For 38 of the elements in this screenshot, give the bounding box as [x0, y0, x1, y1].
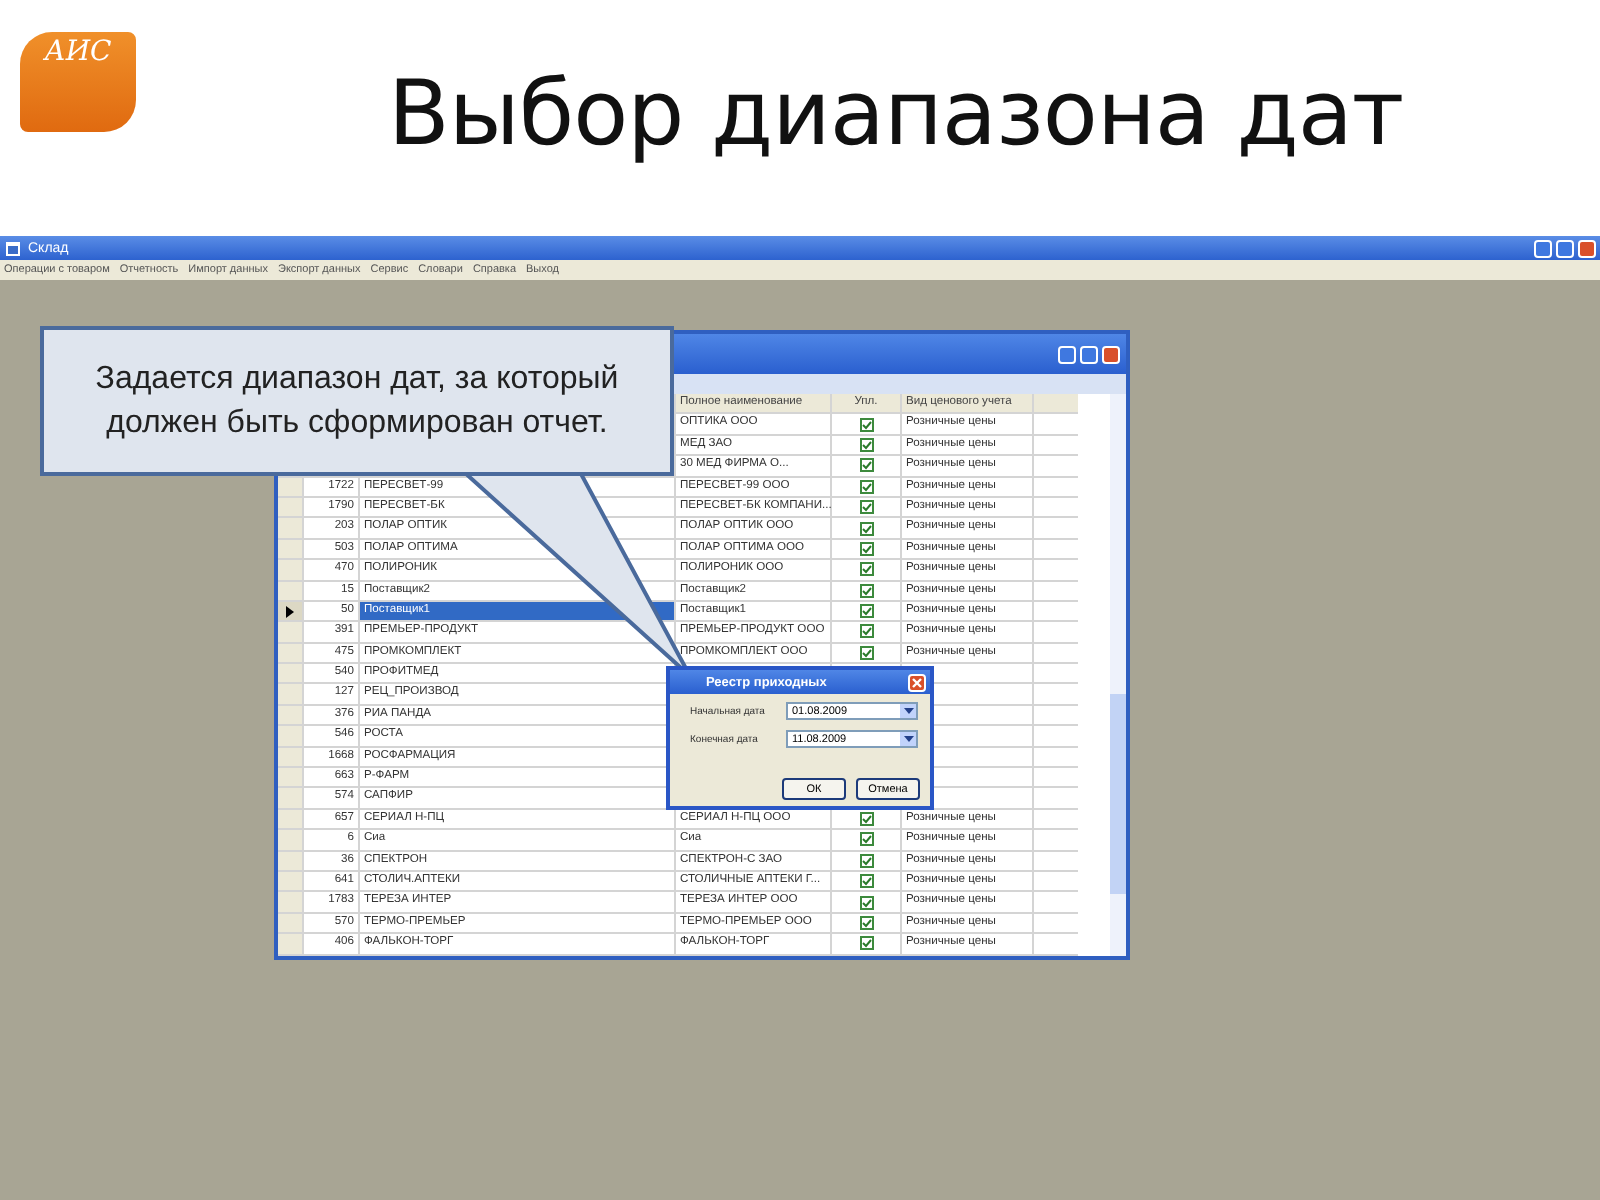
checkbox[interactable] — [859, 521, 873, 536]
close-icon — [912, 677, 922, 687]
checkbox[interactable] — [859, 645, 873, 660]
restore-button[interactable] — [1556, 239, 1574, 257]
checkbox[interactable] — [859, 936, 873, 951]
caret-icon — [903, 708, 913, 714]
checkbox[interactable] — [859, 853, 873, 868]
minimize-button[interactable] — [1058, 345, 1076, 363]
checkbox[interactable] — [859, 604, 873, 619]
close-button[interactable] — [908, 673, 926, 691]
close-button[interactable] — [1102, 345, 1120, 363]
caret-icon — [903, 736, 913, 742]
checkbox[interactable] — [859, 583, 873, 598]
checkbox[interactable] — [859, 479, 873, 494]
dropdown-button[interactable] — [900, 704, 916, 718]
checkbox[interactable] — [859, 458, 873, 473]
checkbox[interactable] — [859, 874, 873, 889]
checkbox[interactable] — [859, 915, 873, 930]
callout-text: Задается диапазон дат, за который должен быть сформирован отчет. — [93, 359, 621, 443]
checkbox[interactable] — [859, 437, 873, 452]
close-button[interactable] — [1578, 239, 1596, 257]
checkbox[interactable] — [859, 417, 873, 432]
checkbox[interactable] — [859, 541, 873, 556]
checkbox[interactable] — [859, 832, 873, 847]
app-icon — [4, 239, 22, 257]
scrollbar[interactable] — [1110, 394, 1126, 956]
checkbox[interactable] — [859, 812, 873, 826]
scrollbar-thumb[interactable] — [1110, 694, 1126, 894]
slide-title: Выбор диапазона дат — [388, 59, 1404, 165]
minimize-button[interactable] — [1534, 239, 1552, 257]
checkbox[interactable] — [859, 624, 873, 639]
checkbox[interactable] — [859, 895, 873, 910]
current-row-icon — [286, 605, 294, 618]
restore-button[interactable] — [1080, 345, 1098, 363]
checkbox[interactable] — [859, 562, 873, 577]
dropdown-button[interactable] — [900, 732, 916, 746]
logo-text: АИС — [44, 36, 112, 72]
checkbox[interactable] — [859, 500, 873, 515]
